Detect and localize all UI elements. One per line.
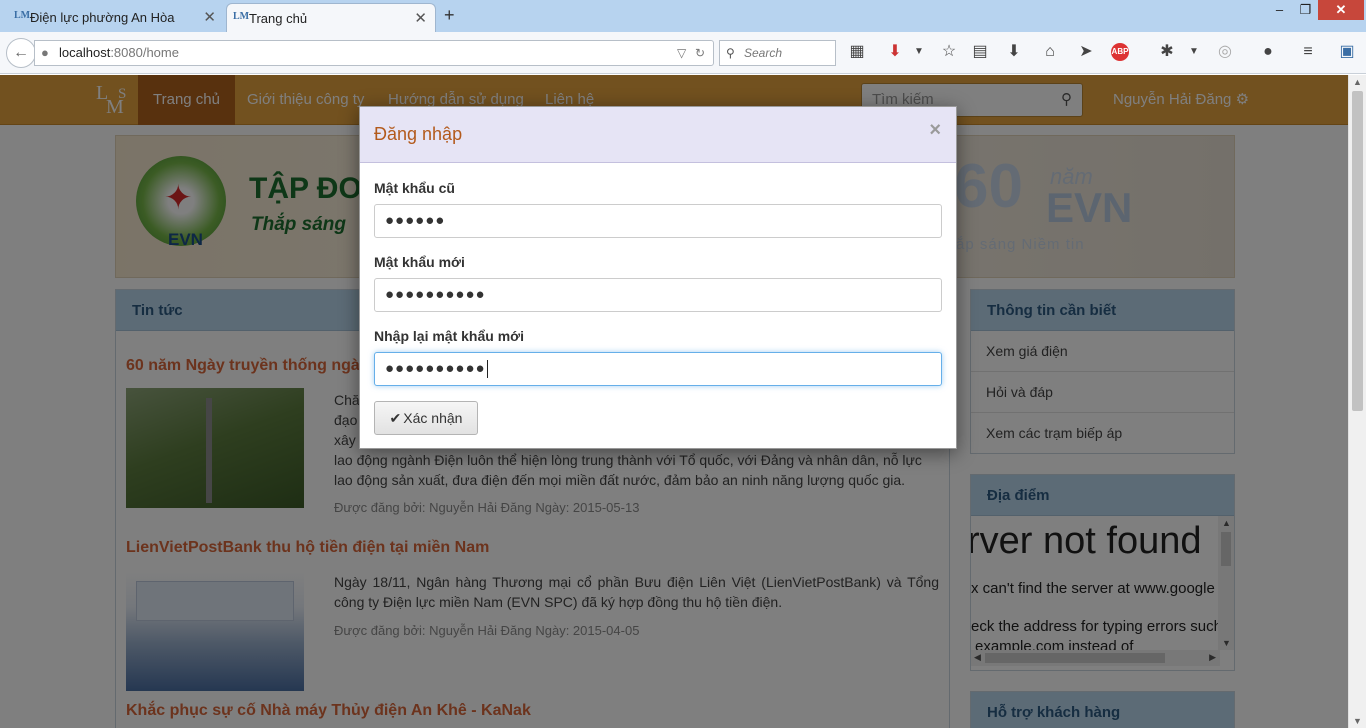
pocket-icon[interactable]: ⬇ [884,41,906,63]
menu-icon[interactable]: ≡ [1297,41,1319,63]
old-password-field[interactable]: ●●●●●● [374,204,942,238]
text-caret [486,360,488,379]
tab-label: Trang chủ [249,10,308,26]
tab-close-icon[interactable]: ✕ [414,9,427,27]
confirm-password-field[interactable]: ●●●●●●●●●● [374,352,942,386]
site-favicon-icon: LM [14,10,31,21]
tab-trang-chu[interactable]: LM Trang chủ ✕ [226,3,436,32]
old-password-label: Mật khẩu cũ [374,180,455,196]
scroll-up-icon[interactable]: ▲ [1353,77,1362,87]
star-icon[interactable]: ☆ [938,41,960,63]
grid-icon[interactable]: ▦ [846,41,868,63]
minimize-icon[interactable]: – [1266,0,1293,20]
scroll-thumb[interactable] [1352,91,1363,411]
change-password-dialog: Đăng nhập × Mật khẩu cũ ●●●●●● Mật khẩu … [359,106,957,449]
new-password-value: ●●●●●●●●●● [385,286,486,303]
scroll-down-icon[interactable]: ▼ [1353,716,1362,726]
bug-icon[interactable]: ✱ [1156,41,1178,63]
browser-tab-bar: LM Điện lực phường An Hòa ✕ LM Trang chủ… [0,0,1366,32]
url-path: :8080/home [110,45,179,60]
old-password-value: ●●●●●● [385,212,446,229]
tab-dien-luc[interactable]: LM Điện lực phường An Hòa ✕ [8,3,224,32]
chat-icon[interactable]: ● [1257,41,1279,63]
new-password-label: Mật khẩu mới [374,254,465,270]
confirm-label: Xác nhận [403,410,463,426]
url-bar[interactable]: ● localhost:8080/home ▽ ↻ [34,40,714,66]
adblock-icon[interactable]: ABP [1111,43,1129,61]
close-icon[interactable]: × [929,119,941,142]
plus-icon[interactable]: + [444,5,455,26]
reading-list-icon[interactable]: ▤ [969,41,991,63]
confirm-button[interactable]: ✔ Xác nhận [374,401,478,435]
dropdown-arrow-icon[interactable]: ▽ [677,41,686,65]
site-favicon-icon: LM [233,11,250,22]
confirm-password-label: Nhập lại mật khẩu mới [374,328,524,344]
search-icon: ⚲ [726,46,735,60]
browser-search-input[interactable]: ⚲ Search [719,40,836,66]
page-scrollbar[interactable]: ▲ ▼ [1348,75,1366,728]
check-icon: ✔ [389,410,402,426]
reload-icon[interactable]: ↻ [695,41,705,65]
dropdown-icon[interactable]: ▼ [1183,41,1205,63]
tab-close-icon[interactable]: ✕ [203,8,216,26]
close-icon[interactable]: ✕ [1318,0,1364,20]
back-arrow-icon[interactable]: ← [6,38,36,68]
circle-icon[interactable]: ◎ [1214,41,1236,63]
sidebar-icon[interactable]: ▣ [1336,41,1358,63]
search-placeholder: Search [744,46,783,60]
download-icon[interactable]: ⬇ [1003,41,1025,63]
tab-label: Điện lực phường An Hòa [30,10,175,25]
dialog-title: Đăng nhập [374,124,463,144]
new-password-field[interactable]: ●●●●●●●●●● [374,278,942,312]
send-icon[interactable]: ➤ [1075,41,1097,63]
home-icon[interactable]: ⌂ [1039,41,1061,63]
dropdown-icon[interactable]: ▼ [908,41,930,63]
dialog-header: Đăng nhập × [360,107,956,163]
maximize-icon[interactable]: ❐ [1292,0,1319,20]
url-host: localhost [59,45,111,60]
globe-icon: ● [41,45,49,60]
confirm-password-value: ●●●●●●●●●● [385,360,486,377]
